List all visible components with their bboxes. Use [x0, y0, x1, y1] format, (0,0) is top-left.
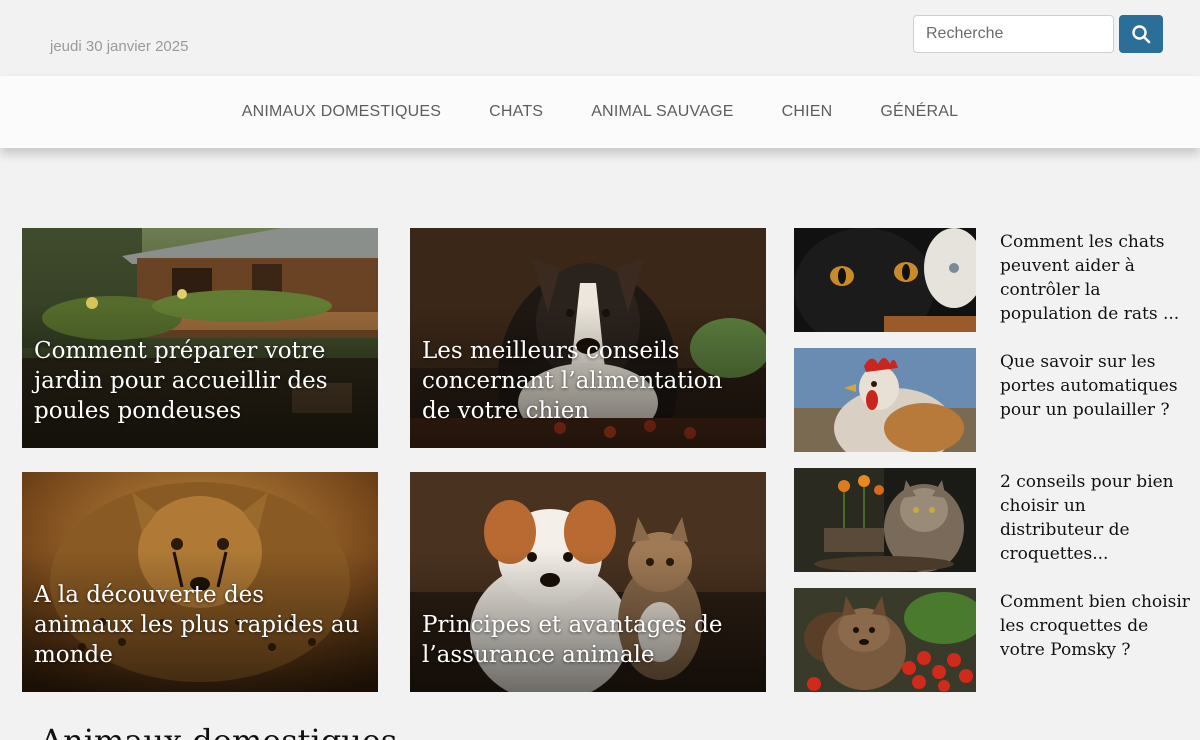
cat-kibble-image	[794, 468, 976, 572]
featured-card-title: Comment préparer votre jardin pour accue…	[34, 338, 328, 424]
nav-item-animal-sauvage[interactable]: ANIMAL SAUVAGE	[567, 103, 757, 121]
pomsky-puppy-image	[794, 588, 976, 692]
nav-item-animaux-domestiques[interactable]: ANIMAUX DOMESTIQUES	[218, 103, 465, 121]
sidebar-article-title: Que savoir sur les portes automatiques p…	[1000, 352, 1178, 420]
nav-item-chats[interactable]: CHATS	[465, 103, 567, 121]
search-icon	[1132, 25, 1151, 44]
sidebar-article-title: Comment bien choisir les croquettes de v…	[1000, 592, 1190, 660]
sidebar-thumb	[794, 468, 976, 572]
sidebar-thumb	[794, 228, 976, 332]
featured-card-title: A la découverte des animaux les plus rap…	[34, 582, 360, 668]
sidebar-article-title: 2 conseils pour bien choisir un distribu…	[1000, 472, 1174, 564]
featured-card-garden[interactable]: Comment préparer votre jardin pour accue…	[22, 228, 378, 448]
top-bar: jeudi 30 janvier 2025	[0, 0, 1200, 76]
main-nav: ANIMAUX DOMESTIQUES CHATS ANIMAL SAUVAGE…	[0, 76, 1200, 148]
search-button[interactable]	[1119, 15, 1163, 53]
sidebar-article-poulailler[interactable]: Que savoir sur les portes automatiques p…	[794, 348, 1194, 452]
featured-card-insurance[interactable]: Principes et avantages de l’assurance an…	[410, 472, 766, 692]
black-cat-image	[794, 228, 976, 332]
featured-card-title: Les meilleurs conseils concernant l’alim…	[422, 338, 723, 424]
nav-item-chien[interactable]: CHIEN	[758, 103, 857, 121]
featured-card-title: Principes et avantages de l’assurance an…	[422, 612, 723, 668]
section-title: Animaux domestiques	[40, 722, 397, 740]
sidebar-article-cats-rats[interactable]: Comment les chats peuvent aider à contrô…	[794, 228, 1194, 332]
sidebar-article-pomsky[interactable]: Comment bien choisir les croquettes de v…	[794, 588, 1194, 692]
sidebar-thumb	[794, 588, 976, 692]
search-input[interactable]	[913, 15, 1114, 53]
sidebar-thumb	[794, 348, 976, 452]
sidebar-article-distributeur[interactable]: 2 conseils pour bien choisir un distribu…	[794, 468, 1194, 572]
rooster-image	[794, 348, 976, 452]
featured-card-cheetah[interactable]: A la découverte des animaux les plus rap…	[22, 472, 378, 692]
nav-item-general[interactable]: GÉNÉRAL	[856, 103, 982, 121]
sidebar-article-title: Comment les chats peuvent aider à contrô…	[1000, 232, 1180, 324]
featured-card-dog-food[interactable]: Les meilleurs conseils concernant l’alim…	[410, 228, 766, 448]
current-date: jeudi 30 janvier 2025	[50, 38, 189, 55]
